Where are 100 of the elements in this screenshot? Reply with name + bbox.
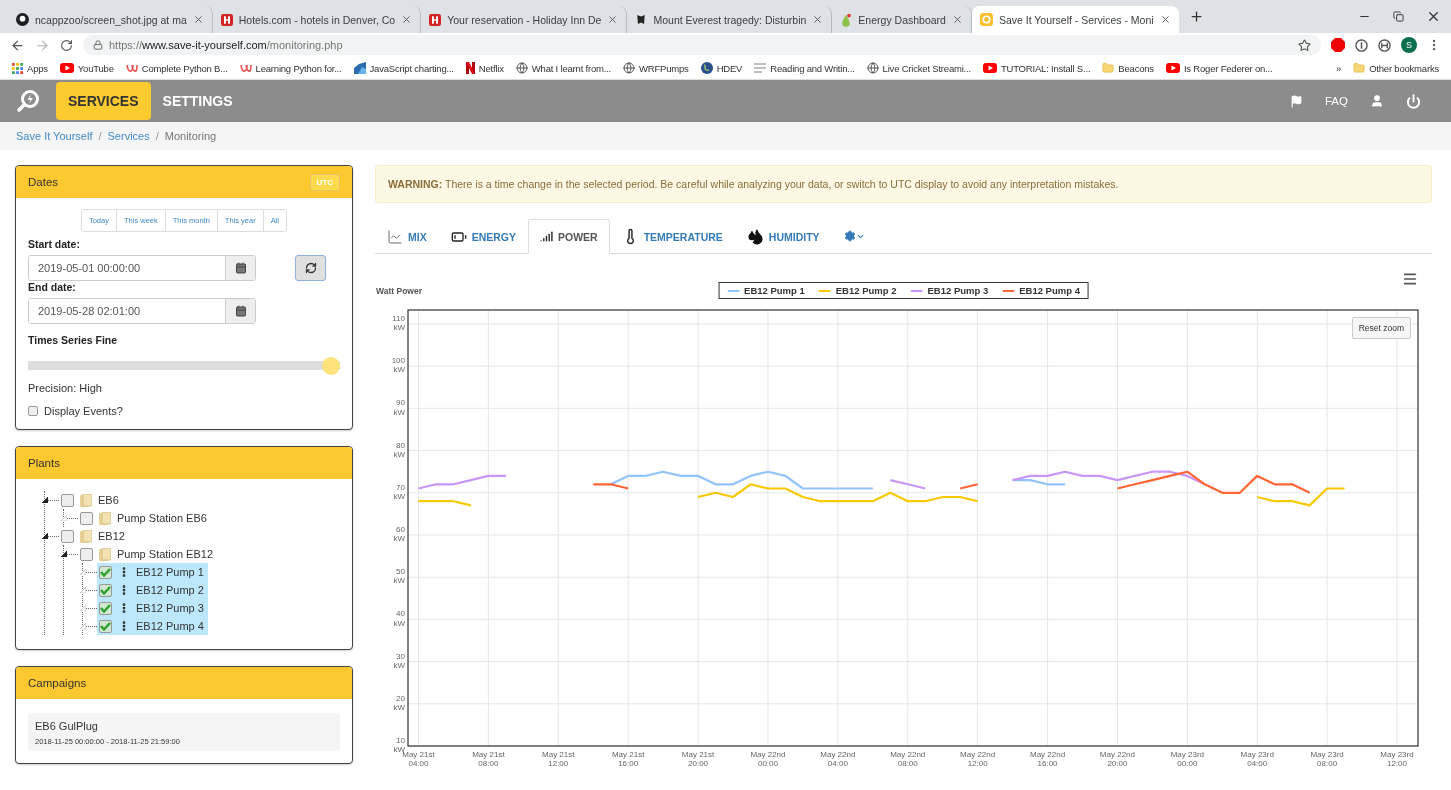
nav-tab[interactable]: SERVICES	[56, 82, 151, 120]
bookmark[interactable]: Beacons	[1098, 62, 1158, 74]
bookmark[interactable]: Other bookmarks	[1349, 62, 1443, 74]
campaign-name: EB6 GulPlug	[35, 720, 99, 732]
tree-label: EB12 Pump 2	[136, 584, 204, 596]
close-icon[interactable]	[401, 14, 413, 25]
info-circle-icon[interactable]	[1355, 38, 1368, 52]
settings-icon[interactable]	[843, 230, 856, 242]
slider-thumb[interactable]	[322, 357, 340, 375]
refresh-button[interactable]	[295, 255, 326, 281]
close-icon[interactable]	[1159, 14, 1171, 25]
axis-label: 80 kW	[393, 440, 405, 459]
calendar-icon[interactable]	[234, 305, 247, 317]
tree-item[interactable]: EB12 Pump 1	[97, 563, 208, 581]
chart-tab[interactable]: ENERGY	[438, 219, 528, 254]
tree-item[interactable]: EB12 Pump 4	[97, 617, 208, 635]
warning-alert: WARNING: There is a time change in the selected period. Be careful while analyzing your data, or switch to UTC display to avoid any interpretation mistakes.	[375, 165, 1432, 203]
tree-item[interactable]: EB6	[59, 491, 123, 509]
bookmark[interactable]: What I learnt from...	[511, 62, 616, 74]
stop-sign-icon[interactable]	[1331, 38, 1345, 52]
new-tab-icon[interactable]	[1188, 9, 1204, 24]
back-icon[interactable]	[10, 37, 25, 53]
close-icon[interactable]	[1426, 9, 1441, 24]
ribbon-icon	[465, 62, 475, 74]
axis-label: 100 kW	[391, 356, 405, 375]
close-icon[interactable]	[192, 14, 204, 25]
address-field[interactable]: https://www.save-it-yourself.com/monitoring.php	[83, 35, 1321, 55]
folder-icon	[80, 493, 92, 507]
swoosh-icon	[125, 62, 138, 74]
legend-label[interactable]: EB12 Pump 3	[927, 285, 989, 296]
reload-icon[interactable]	[60, 38, 73, 52]
bookmark[interactable]: WRFPumps	[619, 62, 693, 74]
checkbox[interactable]	[61, 529, 74, 543]
bookmark[interactable]: Netflix	[461, 62, 508, 74]
end-date-field[interactable]: 2019-05-28 02:01:00	[28, 298, 256, 324]
folder-icon	[99, 547, 111, 561]
bookmark[interactable]: Learning Python for...	[235, 62, 346, 74]
restore-icon[interactable]	[1393, 11, 1404, 22]
globe-icon	[623, 62, 636, 74]
axis-label: May 22nd 12:00	[959, 750, 997, 769]
bookmark[interactable]: HDEV	[696, 62, 747, 74]
bookmark[interactable]: TUTORIAL: Install S...	[978, 62, 1095, 74]
checkbox[interactable]	[99, 601, 112, 615]
tree-item[interactable]: EB12 Pump 3	[97, 599, 208, 617]
checkbox[interactable]	[28, 406, 38, 416]
checkbox[interactable]	[99, 583, 112, 597]
chart-tab[interactable]: POWER	[528, 219, 610, 254]
breadcrumb-link[interactable]: Save It Yourself	[16, 130, 93, 142]
circle-icon	[16, 13, 29, 26]
flag-icon[interactable]	[1290, 94, 1303, 108]
tree-item[interactable]: Pump Station EB12	[78, 545, 217, 563]
profile-avatar[interactable]: S	[1401, 37, 1417, 53]
bookmark[interactable]: Apps	[8, 62, 52, 74]
axis-label: 20 kW	[393, 693, 405, 713]
tree-item[interactable]: Pump Station EB6	[78, 509, 211, 527]
bookmark[interactable]: Complete Python B...	[121, 62, 232, 74]
tree-item[interactable]: EB12	[59, 527, 129, 545]
legend-label[interactable]: EB12 Pump 4	[1019, 285, 1080, 296]
grid-icon	[12, 62, 23, 74]
close-icon[interactable]	[951, 14, 963, 25]
chart-tab[interactable]: HUMIDITY	[734, 219, 832, 254]
bookmark[interactable]: Is Roger Federer on...	[1161, 62, 1277, 74]
logo-icon[interactable]	[16, 88, 42, 114]
chart-tab[interactable]: MIX	[375, 219, 439, 254]
close-icon[interactable]	[607, 14, 619, 25]
checkbox[interactable]	[61, 493, 74, 507]
axis-label: May 22nd 04:00	[819, 750, 857, 769]
close-icon[interactable]	[812, 14, 824, 25]
menu-icon[interactable]	[1402, 271, 1418, 287]
expander-icon[interactable]	[61, 551, 67, 557]
star-icon[interactable]	[1298, 38, 1311, 52]
globe-icon	[515, 62, 528, 74]
power-icon[interactable]	[1406, 93, 1421, 109]
checkbox-label: Display Events?	[44, 405, 123, 417]
sun-icon	[979, 13, 993, 26]
tree-label: EB12 Pump 3	[136, 602, 204, 614]
bookmark[interactable]: YouTube	[55, 62, 118, 74]
tree-item[interactable]: EB12 Pump 2	[97, 581, 208, 599]
expander-icon[interactable]	[42, 497, 48, 503]
user-icon[interactable]	[1370, 94, 1384, 108]
checkbox[interactable]	[80, 547, 93, 561]
bookmarks-overflow[interactable]: »	[1332, 62, 1346, 74]
calendar-icon[interactable]	[234, 262, 247, 274]
bookmark[interactable]: Live Cricket Streami...	[862, 62, 975, 74]
bookmark[interactable]: Reading and Writin...	[750, 62, 859, 74]
chart-tab[interactable]: TEMPERATURE	[609, 219, 735, 254]
expander-icon[interactable]	[42, 533, 48, 539]
checkbox[interactable]	[99, 619, 112, 633]
square-icon	[429, 13, 442, 26]
axis-label: 30 kW	[393, 651, 405, 670]
checkbox[interactable]	[99, 565, 112, 579]
panel-title: Dates	[28, 176, 59, 188]
browser-tab[interactable]: Save It Yourself - Services - Moni	[971, 6, 1179, 33]
tree-label: Pump Station EB12	[117, 548, 213, 560]
legend-label[interactable]: EB12 Pump 2	[835, 285, 897, 296]
reset-zoom-button[interactable]: Reset zoom	[1351, 317, 1411, 339]
start-date-field[interactable]: 2019-05-01 00:00:00	[28, 255, 256, 281]
checkbox[interactable]	[80, 511, 93, 525]
legend-label[interactable]: EB12 Pump 1	[744, 285, 805, 296]
bookmark[interactable]: JavaScript charting...	[349, 62, 458, 74]
